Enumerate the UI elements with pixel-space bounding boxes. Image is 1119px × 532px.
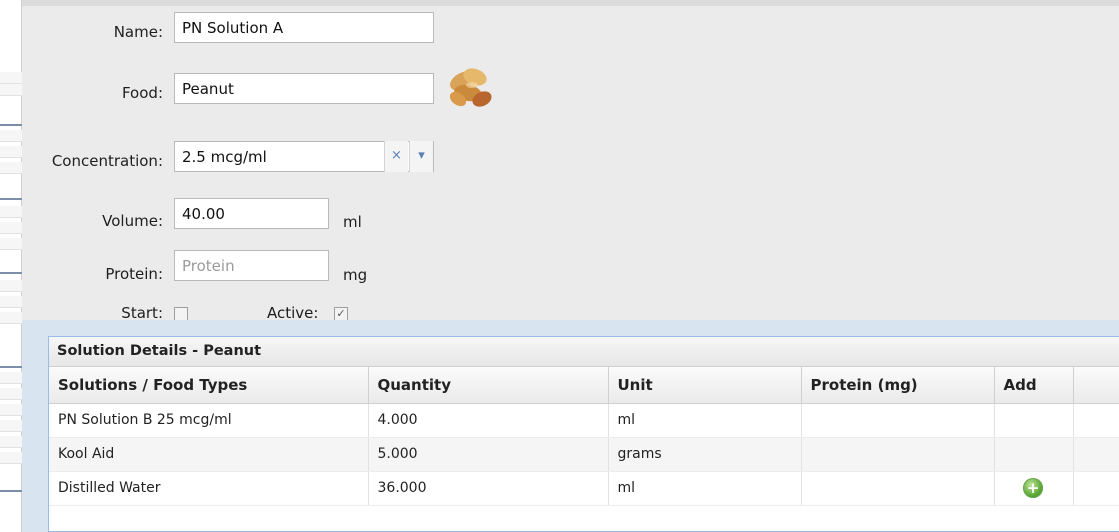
background-divider <box>0 272 22 274</box>
cell-protein[interactable] <box>801 471 995 506</box>
background-divider <box>0 124 22 126</box>
cell-filler <box>1073 437 1119 472</box>
concentration-combobox: × ▾ <box>174 141 434 172</box>
cell-food[interactable]: Distilled Water <box>49 471 369 506</box>
background-row <box>0 404 22 416</box>
cell-add <box>994 437 1074 472</box>
food-input[interactable] <box>174 73 434 104</box>
cell-unit[interactable]: grams <box>608 437 802 472</box>
column-header-unit[interactable]: Unit <box>608 367 802 404</box>
background-row <box>0 452 22 464</box>
volume-label: Volume: <box>102 212 163 230</box>
food-label: Food: <box>121 84 163 102</box>
background-row <box>0 84 22 96</box>
protein-label: Protein: <box>105 265 163 283</box>
column-header-add[interactable]: Add <box>994 367 1074 404</box>
cell-quantity[interactable]: 5.000 <box>368 437 609 472</box>
background-row <box>0 222 22 234</box>
clear-icon[interactable]: × <box>384 141 408 172</box>
background-row <box>0 420 22 432</box>
background-row <box>0 388 22 400</box>
background-row <box>0 296 22 308</box>
background-divider <box>0 366 22 368</box>
cell-food[interactable]: Kool Aid <box>49 437 369 472</box>
start-checkbox[interactable] <box>174 307 188 321</box>
cell-quantity[interactable]: 36.000 <box>368 471 609 506</box>
details-table: Solutions / Food Types Quantity Unit Pro… <box>49 367 1119 506</box>
background-row <box>0 372 22 384</box>
concentration-label: Concentration: <box>51 152 163 170</box>
background-divider <box>0 490 22 492</box>
details-region: Solution Details - Peanut Solutions / Fo… <box>22 320 1119 532</box>
add-icon[interactable]: + <box>1023 478 1043 498</box>
column-header-quantity[interactable]: Quantity <box>368 367 609 404</box>
column-header-protein[interactable]: Protein (mg) <box>801 367 995 404</box>
background-row <box>0 436 22 448</box>
background-row <box>0 162 22 174</box>
solution-details-grid: Solution Details - Peanut Solutions / Fo… <box>48 336 1119 532</box>
background-row <box>0 72 22 84</box>
name-label: Name: <box>113 23 163 41</box>
cell-unit[interactable]: ml <box>608 471 802 506</box>
peanut-icon <box>449 68 492 107</box>
volume-unit: ml <box>343 213 362 231</box>
table-row[interactable]: Distilled Water 36.000 ml + <box>49 471 1119 506</box>
cell-quantity[interactable]: 4.000 <box>368 403 609 438</box>
background-row <box>0 206 22 218</box>
table-row[interactable]: Kool Aid 5.000 grams <box>49 437 1119 472</box>
background-window-edge <box>0 0 22 532</box>
cell-add <box>994 403 1074 438</box>
background-row <box>0 238 22 250</box>
volume-input[interactable] <box>174 198 329 229</box>
background-divider <box>0 198 22 200</box>
table-row[interactable]: PN Solution B 25 mcg/ml 4.000 ml <box>49 403 1119 438</box>
background-row <box>0 312 22 324</box>
chevron-down-icon[interactable]: ▾ <box>409 141 433 172</box>
column-header-food[interactable]: Solutions / Food Types <box>49 367 369 404</box>
cell-filler <box>1073 471 1119 506</box>
cell-protein[interactable] <box>801 437 995 472</box>
protein-input[interactable] <box>174 250 329 281</box>
background-row <box>0 146 22 158</box>
cell-filler <box>1073 403 1119 438</box>
cell-unit[interactable]: ml <box>608 403 802 438</box>
background-row <box>0 130 22 142</box>
column-header-filler <box>1073 367 1119 404</box>
grid-title: Solution Details - Peanut <box>49 337 1119 367</box>
cell-protein[interactable] <box>801 403 995 438</box>
name-input[interactable] <box>174 12 434 43</box>
background-row <box>0 280 22 292</box>
cell-food[interactable]: PN Solution B 25 mcg/ml <box>49 403 369 438</box>
cell-add: + <box>994 471 1074 506</box>
protein-unit: mg <box>343 266 368 284</box>
table-header-row: Solutions / Food Types Quantity Unit Pro… <box>49 367 1119 404</box>
active-checkbox[interactable]: ✓ <box>334 307 348 321</box>
